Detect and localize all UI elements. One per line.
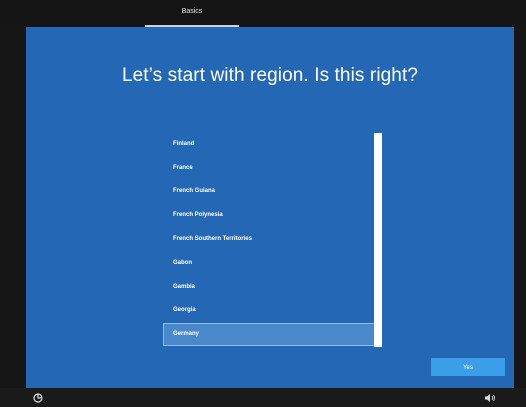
list-item-gambia[interactable]: Gambia [164,277,374,298]
oobe-window: Basics Let’s start with region. Is this … [0,0,526,407]
yes-button[interactable]: Yes [431,358,505,376]
setup-panel: Let’s start with region. Is this right? … [26,27,514,388]
list-item-gabon[interactable]: Gabon [164,253,374,274]
list-scrollbar[interactable] [374,133,382,347]
page-title: Let’s start with region. Is this right? [121,65,419,86]
tab-basics[interactable]: Basics [145,6,239,26]
region-list[interactable]: Finland France French Guiana French Poly… [163,133,376,347]
volume-icon[interactable] [484,393,496,403]
list-item-french-guiana[interactable]: French Guiana [164,181,374,202]
list-item-french-polynesia[interactable]: French Polynesia [164,205,374,226]
top-bar: Basics [0,0,526,27]
list-item-france[interactable]: France [164,158,374,179]
list-item-finland[interactable]: Finland [164,134,374,155]
list-item-germany-selected[interactable]: Germany [163,323,375,346]
ease-of-access-icon[interactable] [32,392,44,404]
list-item-georgia[interactable]: Georgia [164,300,374,321]
bottom-bar [0,388,526,407]
list-item-french-southern-territories[interactable]: French Southern Territories [164,229,374,250]
